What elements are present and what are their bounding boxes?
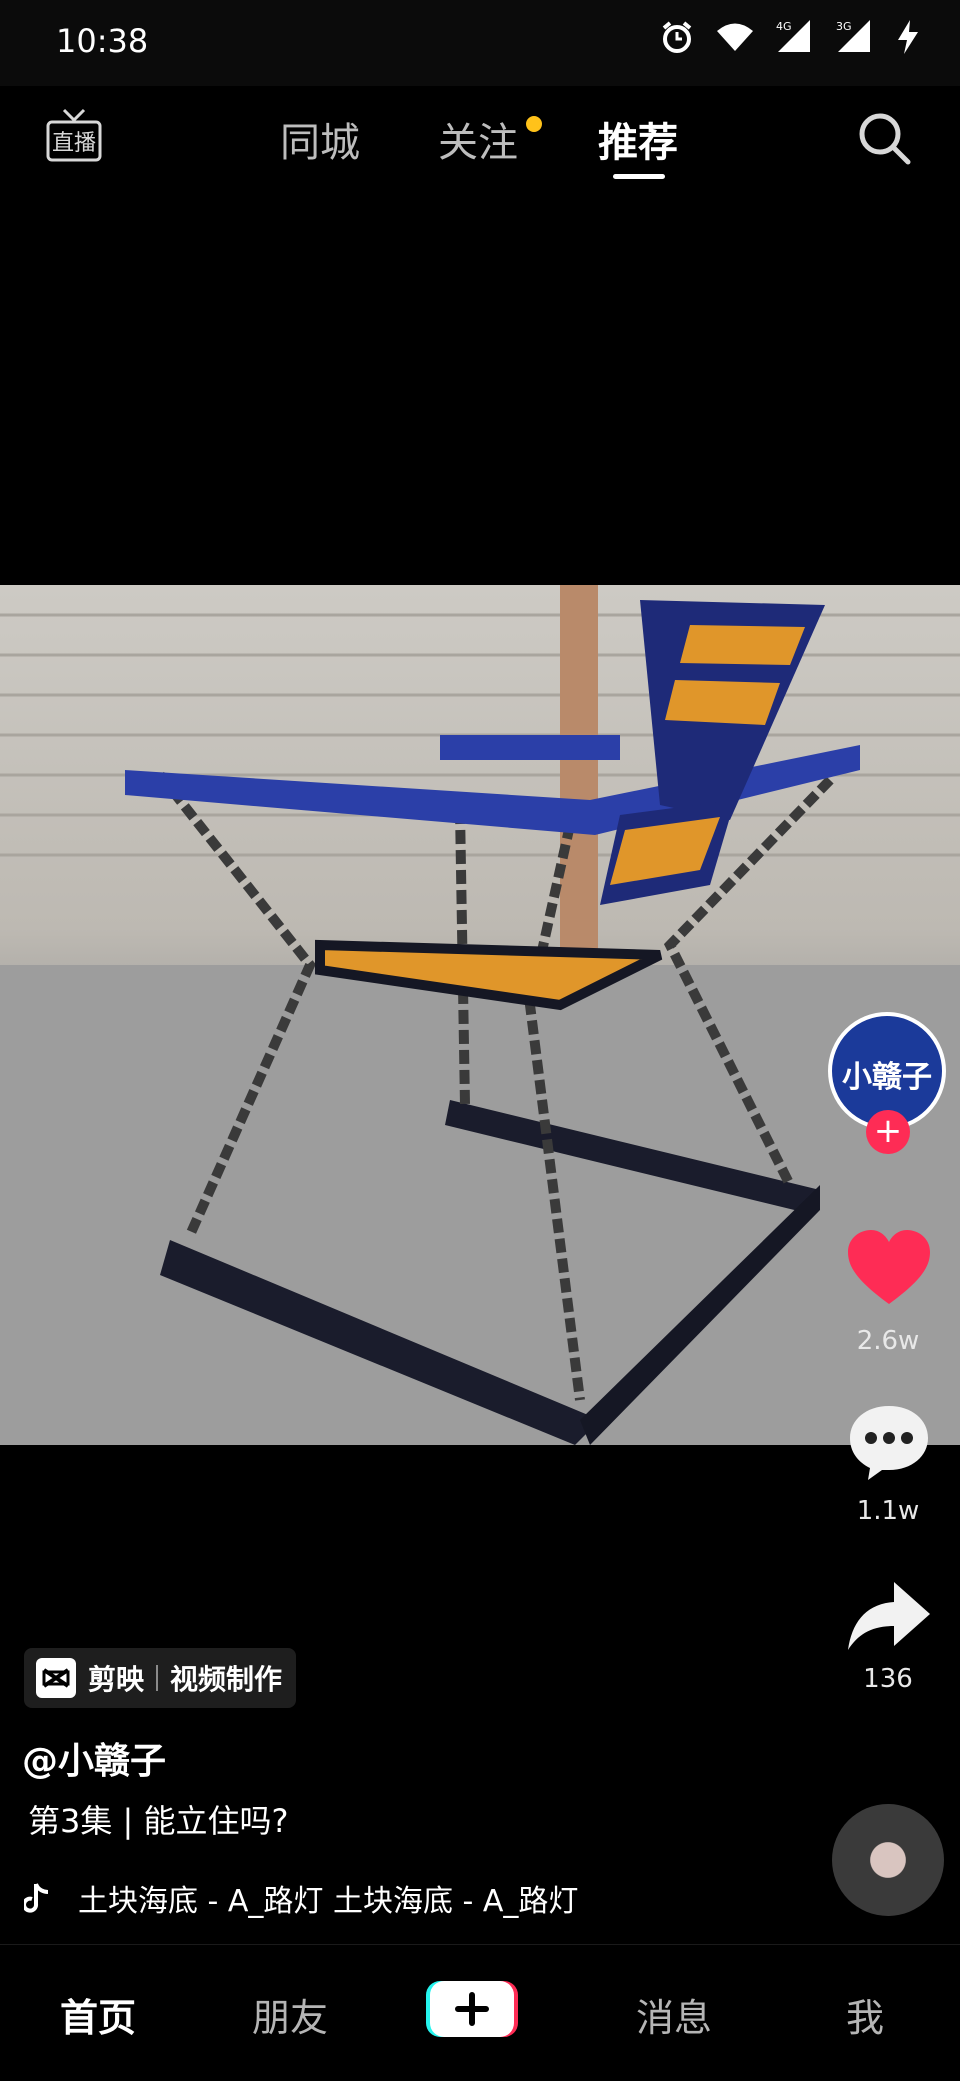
nav-home[interactable]: 首页 [60,1987,136,2042]
search-icon[interactable] [854,108,914,168]
create-plus-button[interactable] [424,1977,520,2041]
capcut-separator [156,1665,159,1691]
status-time: 10:38 [56,22,149,60]
video-caption: 第3集 | 能立住吗? [28,1802,289,1840]
svg-text:4G: 4G [776,20,792,33]
chair-photo [0,585,960,1445]
nav-me[interactable]: 我 [846,1987,884,2042]
heart-icon[interactable] [846,1228,932,1308]
alarm-icon [662,21,692,53]
svg-text:3G: 3G [836,20,852,33]
tab-nearby[interactable]: 同城 [280,110,360,168]
following-notification-dot [526,116,542,132]
music-disc-icon[interactable] [832,1804,944,1916]
door-post [560,585,598,965]
music-row[interactable]: 土块海底 - A_路灯 土块海底 - A_路灯 [24,1876,660,1920]
avatar-text: 小赣子 [842,1060,932,1095]
svg-text:直播: 直播 [52,131,96,156]
wifi-icon [717,23,753,51]
capcut-desc: 视频制作 [170,1663,283,1696]
nav-messages[interactable]: 消息 [636,1987,712,2042]
status-icons: 4G 3G [660,20,920,54]
share-icon[interactable] [846,1578,932,1658]
top-nav: 直播 同城 关注 推荐 [0,86,960,186]
capcut-logo-icon [36,1658,76,1698]
comment-icon[interactable] [846,1402,932,1482]
music-title: 土块海底 - A_路灯 土块海底 - A_路灯 [78,1884,579,1919]
capcut-badge[interactable]: 剪映 视频制作 [24,1648,297,1708]
signal-3g-icon: 3G [836,20,870,52]
video-player[interactable] [0,585,960,1445]
tab-following[interactable]: 关注 [438,110,518,168]
active-tab-indicator [613,174,665,179]
backrest [600,600,825,905]
capcut-name: 剪映 [88,1663,145,1696]
like-count: 2.6w [856,1326,920,1356]
comment-count: 1.1w [856,1496,920,1526]
music-note-icon [24,1883,49,1913]
nav-friends[interactable]: 朋友 [252,1987,328,2042]
bottom-nav: 首页 朋友 消息 我 [0,1944,960,2081]
live-icon[interactable]: 直播 [46,108,102,164]
share-count: 136 [863,1664,913,1694]
tab-recommend[interactable]: 推荐 [598,110,678,168]
signal-4g-icon: 4G [776,20,810,52]
creator-username[interactable]: @小赣子 [22,1732,166,1784]
charging-icon [898,20,918,54]
status-bar: 10:38 4G 3G [0,0,960,86]
follow-plus-button[interactable]: + [866,1110,910,1154]
